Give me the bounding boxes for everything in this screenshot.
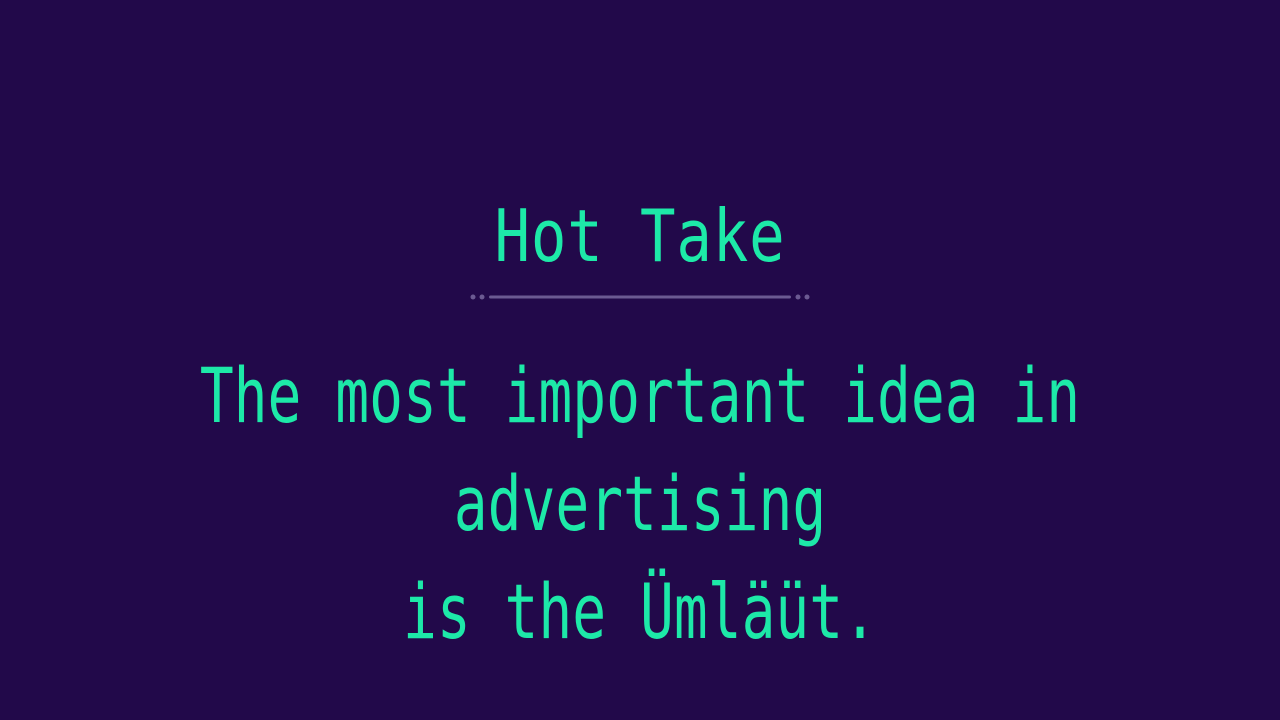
divider-dot — [479, 294, 485, 300]
slide: Hot Take The most important idea in adve… — [0, 0, 1280, 720]
slide-quote: The most important idea in advertising i… — [199, 351, 1081, 656]
decorative-divider — [470, 294, 810, 300]
divider-dot — [804, 294, 810, 300]
divider-line — [489, 295, 791, 299]
divider-dot — [470, 294, 476, 300]
divider-dot — [795, 294, 801, 300]
slide-title: Hot Take — [494, 194, 786, 278]
